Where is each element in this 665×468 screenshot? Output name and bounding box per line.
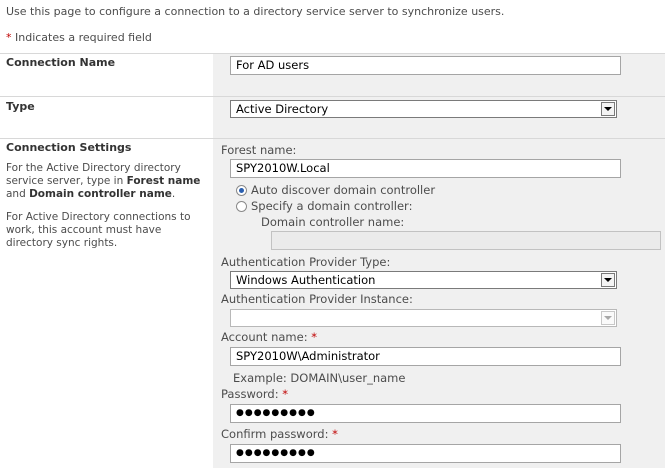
divider <box>0 138 665 139</box>
desc-emphasis: Forest name <box>126 175 201 187</box>
password-label: Password: * <box>221 387 288 401</box>
domain-controller-name-input[interactable] <box>271 231 661 250</box>
desc-emphasis: Domain controller name <box>29 188 172 200</box>
type-label: Type <box>6 100 35 113</box>
radio-auto-discover[interactable]: Auto discover domain controller <box>236 183 435 197</box>
desc-text: . <box>171 188 176 200</box>
auth-provider-instance-select[interactable] <box>230 309 617 327</box>
connection-name-label: Connection Name <box>6 56 116 69</box>
connection-settings-label: Connection Settings <box>6 141 132 154</box>
required-field-note: * Indicates a required field <box>6 31 152 44</box>
confirm-password-input[interactable]: ●●●●●●●●● <box>230 444 621 463</box>
radio-specify-dc-label: Specify a domain controller: <box>251 199 413 213</box>
radio-button-checked[interactable] <box>236 184 247 196</box>
page-description: Use this page to configure a connection … <box>6 5 505 18</box>
account-name-label: Account name: * <box>221 330 317 344</box>
required-star: * <box>282 387 288 401</box>
password-input[interactable]: ●●●●●●●●● <box>230 404 621 423</box>
connection-settings-description: For the Active Directory directory servi… <box>6 162 209 201</box>
chevron-down-icon[interactable] <box>601 311 615 325</box>
forest-name-label: Forest name: <box>221 143 297 157</box>
radio-specify-dc[interactable]: Specify a domain controller: <box>236 199 412 213</box>
required-star: * <box>311 330 317 344</box>
auth-provider-type-label: Authentication Provider Type: <box>221 255 391 269</box>
radio-auto-discover-label: Auto discover domain controller <box>251 183 436 197</box>
chevron-down-icon[interactable] <box>601 102 615 116</box>
forest-name-input[interactable]: SPY2010W.Local <box>230 159 621 178</box>
type-select[interactable]: Active Directory <box>230 100 617 118</box>
type-select-value: Active Directory <box>236 102 329 116</box>
account-name-label-text: Account name: <box>221 330 312 344</box>
auth-provider-instance-label: Authentication Provider Instance: <box>221 292 413 306</box>
password-label-text: Password: <box>221 387 283 401</box>
confirm-password-label-text: Confirm password: <box>221 427 333 441</box>
divider <box>0 53 665 54</box>
directory-sync-rights-note: For Active Directory connections to work… <box>6 211 191 249</box>
account-name-input[interactable]: SPY2010W\Administrator <box>230 347 621 366</box>
desc-text: and <box>6 188 30 200</box>
chevron-down-icon[interactable] <box>601 273 615 287</box>
confirm-password-label: Confirm password: * <box>221 427 338 441</box>
required-star: * <box>332 427 338 441</box>
divider <box>0 96 665 97</box>
radio-button-unchecked[interactable] <box>236 200 247 212</box>
required-note-text: Indicates a required field <box>11 31 152 44</box>
domain-controller-name-label: Domain controller name: <box>261 215 405 229</box>
account-name-example: Example: DOMAIN\user_name <box>233 371 406 385</box>
auth-provider-type-value: Windows Authentication <box>236 273 376 287</box>
connection-name-input[interactable]: For AD users <box>230 56 621 75</box>
auth-provider-type-select[interactable]: Windows Authentication <box>230 271 617 289</box>
